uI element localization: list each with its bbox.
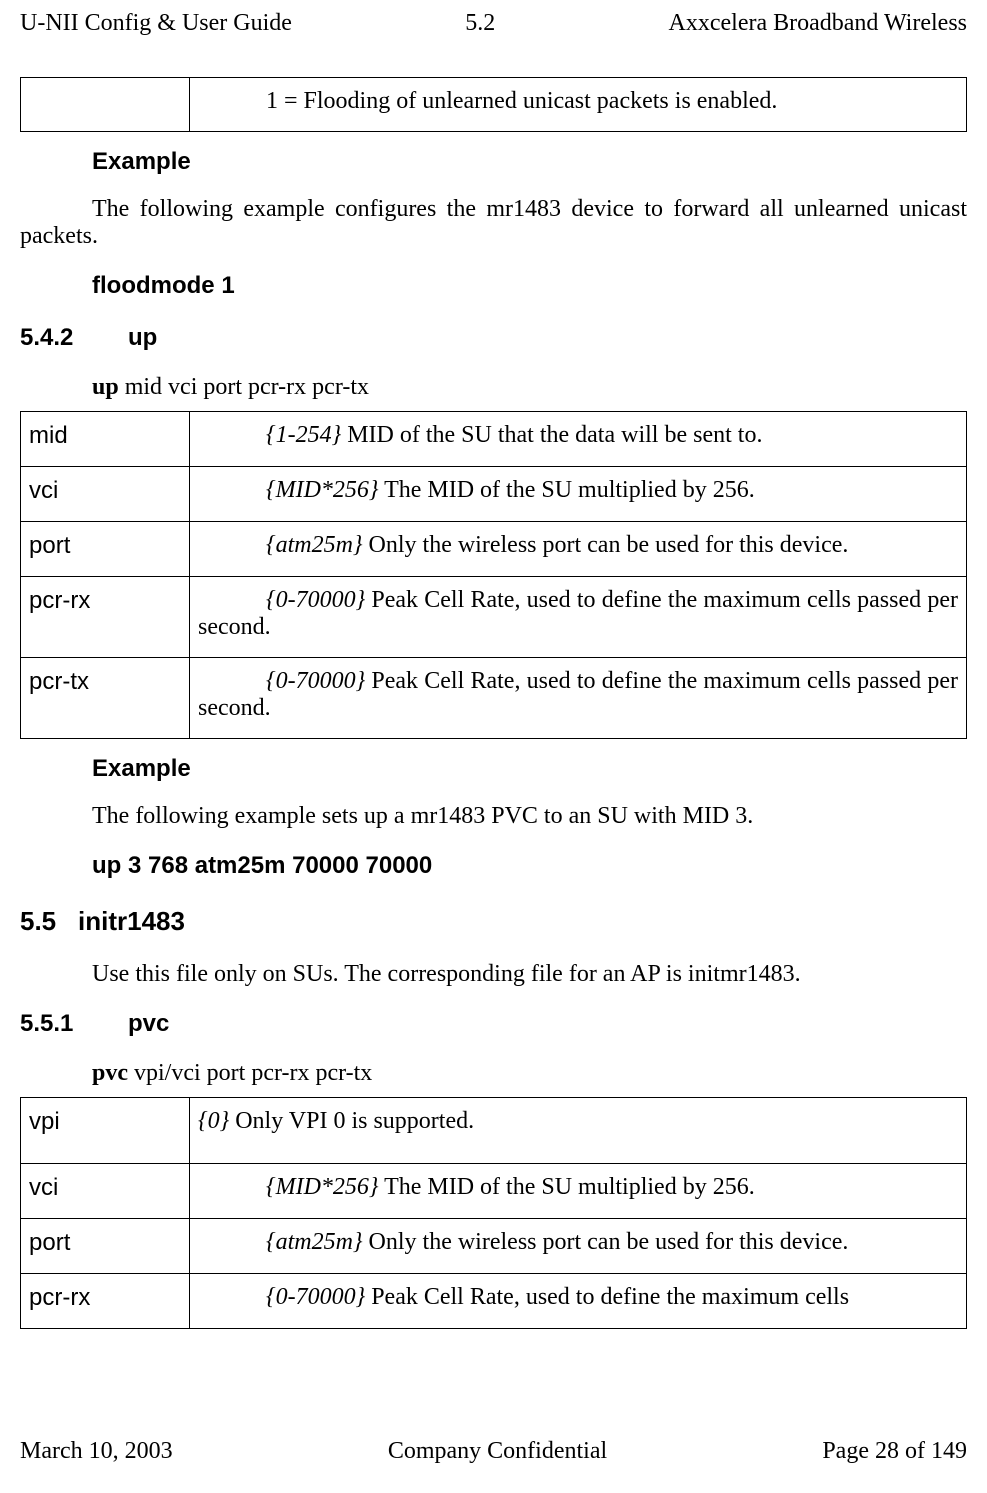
param-desc-text: Only the wireless port can be used for t…: [363, 532, 849, 558]
table-row: pcr-rx {0-70000} Peak Cell Rate, used to…: [21, 1274, 967, 1329]
param-key: port: [21, 522, 190, 577]
footer-right: Page 28 of 149: [822, 1438, 967, 1465]
param-desc-text: 1 = Flooding of unlearned unicast packet…: [198, 88, 777, 114]
up-params-table: mid {1-254} MID of the SU that the data …: [20, 411, 967, 739]
param-range: {0-70000}: [266, 1284, 365, 1310]
table-row: mid {1-254} MID of the SU that the data …: [21, 412, 967, 467]
example-command: up 3 768 atm25m 70000 70000: [92, 852, 967, 880]
param-desc: {0} Only VPI 0 is supported.: [190, 1098, 967, 1164]
param-key: pcr-rx: [21, 577, 190, 658]
header-right: Axxcelera Broadband Wireless: [669, 10, 967, 37]
section-number: 5.4.2: [20, 324, 128, 352]
table-row: vpi {0} Only VPI 0 is supported.: [21, 1098, 967, 1164]
param-range: {atm25m}: [266, 1229, 363, 1255]
param-desc: {0-70000} Peak Cell Rate, used to define…: [190, 1274, 967, 1329]
param-key: port: [21, 1219, 190, 1274]
footer-left: March 10, 2003: [20, 1438, 173, 1465]
example-command: floodmode 1: [92, 272, 967, 300]
section-number: 5.5: [20, 906, 78, 937]
example-heading: Example: [92, 755, 967, 783]
section-5-5-text: Use this file only on SUs. The correspon…: [92, 961, 967, 988]
example-heading: Example: [92, 148, 967, 176]
param-key: vpi: [21, 1098, 190, 1164]
param-range: {1-254}: [266, 422, 341, 448]
param-key: vci: [21, 1164, 190, 1219]
example-text: The following example sets up a mr1483 P…: [92, 803, 967, 830]
section-5-4-2-heading: 5.4.2up: [20, 324, 967, 352]
section-number: 5.5.1: [20, 1010, 128, 1038]
header-center: 5.2: [465, 10, 495, 37]
table-row: 1 = Flooding of unlearned unicast packet…: [21, 78, 967, 132]
syntax-keyword: up: [92, 374, 119, 400]
pvc-params-table: vpi {0} Only VPI 0 is supported. vci {MI…: [20, 1097, 967, 1329]
param-range: {MID*256}: [266, 477, 379, 503]
param-desc: {1-254} MID of the SU that the data will…: [190, 412, 967, 467]
table-row: vci {MID*256} The MID of the SU multipli…: [21, 1164, 967, 1219]
table-row: vci {MID*256} The MID of the SU multipli…: [21, 467, 967, 522]
example-text: The following example configures the mr1…: [20, 196, 967, 250]
table-row: pcr-rx {0-70000} Peak Cell Rate, used to…: [21, 577, 967, 658]
page-header: U-NII Config & User Guide 5.2 Axxcelera …: [20, 10, 967, 37]
param-range: {MID*256}: [266, 1174, 379, 1200]
section-title: initr1483: [78, 906, 185, 936]
param-desc-text: Only the wireless port can be used for t…: [363, 1229, 849, 1255]
syntax-args: mid vci port pcr-rx pcr-tx: [119, 374, 369, 400]
header-left: U-NII Config & User Guide: [20, 10, 292, 37]
syntax-args: vpi/vci port pcr-rx pcr-tx: [128, 1060, 372, 1086]
param-desc: {atm25m} Only the wireless port can be u…: [190, 1219, 967, 1274]
table-row: port {atm25m} Only the wireless port can…: [21, 522, 967, 577]
param-desc-text: The MID of the SU multiplied by 256.: [379, 477, 755, 503]
example-text-content: The following example configures the mr1…: [20, 196, 967, 249]
param-key: pcr-rx: [21, 1274, 190, 1329]
table-row: pcr-tx {0-70000} Peak Cell Rate, used to…: [21, 658, 967, 739]
param-desc-text: Only VPI 0 is supported.: [229, 1108, 474, 1134]
param-key: vci: [21, 467, 190, 522]
param-key: [21, 78, 190, 132]
up-syntax: up mid vci port pcr-rx pcr-tx: [92, 374, 967, 401]
example-command-text: up 3 768 atm25m 70000 70000: [92, 852, 432, 879]
param-desc: {MID*256} The MID of the SU multiplied b…: [190, 1164, 967, 1219]
param-key: mid: [21, 412, 190, 467]
param-desc: {atm25m} Only the wireless port can be u…: [190, 522, 967, 577]
section-title: pvc: [128, 1010, 169, 1037]
param-desc-text: MID of the SU that the data will be sent…: [341, 422, 762, 448]
example-command-text: floodmode 1: [92, 272, 235, 299]
param-range: {0-70000}: [266, 668, 365, 694]
param-desc: {MID*256} The MID of the SU multiplied b…: [190, 467, 967, 522]
footer-center: Company Confidential: [388, 1438, 607, 1465]
param-range: {atm25m}: [266, 532, 363, 558]
param-desc-text: Peak Cell Rate, used to define the maxim…: [365, 1284, 849, 1310]
param-desc: {0-70000} Peak Cell Rate, used to define…: [190, 577, 967, 658]
table-row: port {atm25m} Only the wireless port can…: [21, 1219, 967, 1274]
param-desc: 1 = Flooding of unlearned unicast packet…: [190, 78, 967, 132]
floodmode-table-cont: 1 = Flooding of unlearned unicast packet…: [20, 77, 967, 132]
param-key: pcr-tx: [21, 658, 190, 739]
syntax-keyword: pvc: [92, 1060, 128, 1086]
section-title: up: [128, 324, 157, 351]
param-range: {0-70000}: [266, 587, 365, 613]
param-desc: {0-70000} Peak Cell Rate, used to define…: [190, 658, 967, 739]
section-5-5-heading: 5.5initr1483: [20, 906, 967, 937]
pvc-syntax: pvc vpi/vci port pcr-rx pcr-tx: [92, 1060, 967, 1087]
page-footer: March 10, 2003 Company Confidential Page…: [20, 1438, 967, 1465]
section-5-5-1-heading: 5.5.1pvc: [20, 1010, 967, 1038]
param-desc-text: The MID of the SU multiplied by 256.: [379, 1174, 755, 1200]
param-range: {0}: [198, 1108, 229, 1134]
